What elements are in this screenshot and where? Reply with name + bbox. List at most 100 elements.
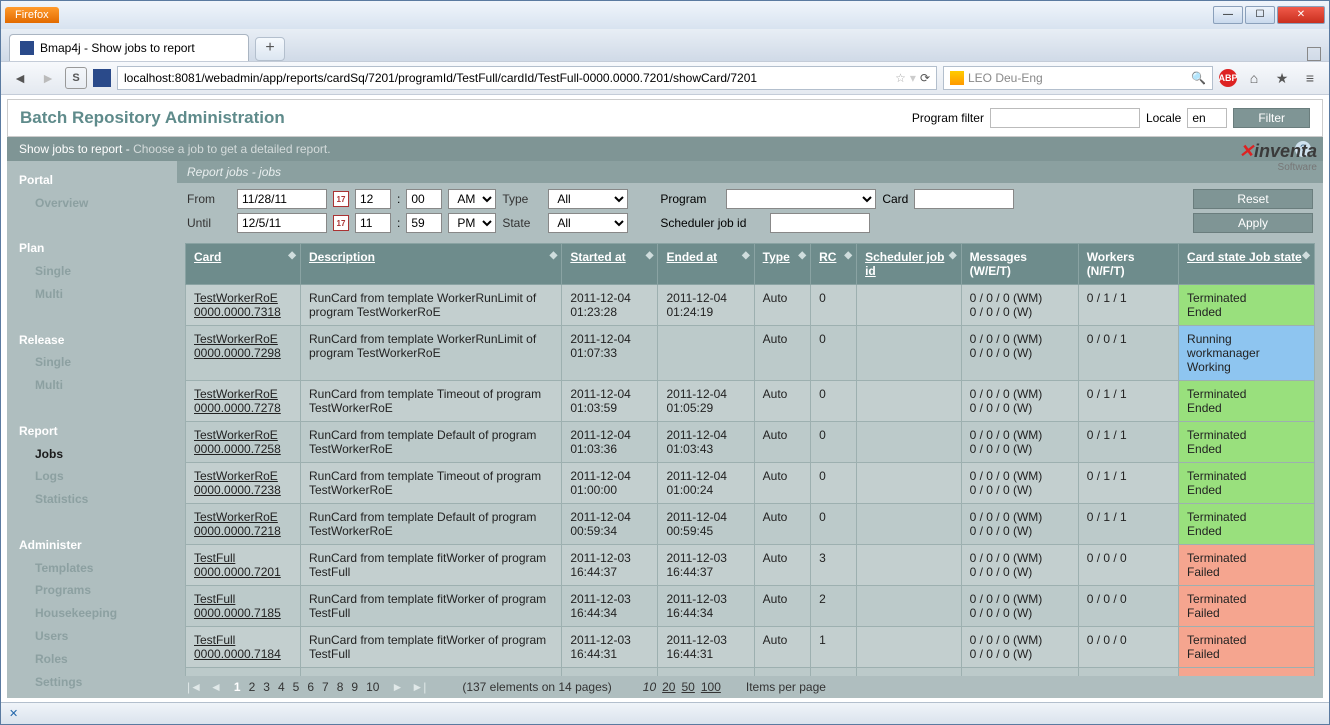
from-date-input[interactable]: [237, 189, 327, 209]
card-id-link[interactable]: 0000.0000.7184: [194, 647, 281, 661]
table-row[interactable]: TestFull0000.0000.7201RunCard from templ…: [186, 545, 1315, 586]
maximize-button[interactable]: ☐: [1245, 6, 1275, 24]
sidebar-item-multi[interactable]: Multi: [19, 374, 165, 397]
filter-button[interactable]: Filter: [1233, 108, 1310, 128]
card-id-link[interactable]: 0000.0000.7238: [194, 483, 281, 497]
sidebar-item-users[interactable]: Users: [19, 625, 165, 648]
sidebar-item-logs[interactable]: Logs: [19, 465, 165, 488]
until-minute-input[interactable]: [406, 213, 442, 233]
pager-page[interactable]: 1: [234, 680, 241, 694]
sidebar-item-roles[interactable]: Roles: [19, 648, 165, 671]
card-id-link[interactable]: 0000.0000.7298: [194, 346, 281, 360]
sidebar-item-single[interactable]: Single: [19, 351, 165, 374]
pager-page[interactable]: 6: [307, 680, 314, 694]
pager-last-icon[interactable]: ►|: [411, 680, 426, 694]
locale-input[interactable]: [1187, 108, 1227, 128]
pager-next-icon[interactable]: ►: [391, 680, 403, 694]
bookmark-star-icon[interactable]: ☆: [895, 71, 906, 85]
table-row[interactable]: TestFull0000.0000.7184RunCard from templ…: [186, 627, 1315, 668]
card-id-link[interactable]: 0000.0000.7185: [194, 606, 281, 620]
card-link[interactable]: TestFull: [194, 633, 235, 647]
sidebar-item-housekeeping[interactable]: Housekeeping: [19, 602, 165, 625]
pager-page[interactable]: 3: [263, 680, 270, 694]
sidebar-item-settings[interactable]: Settings: [19, 671, 165, 694]
apply-button[interactable]: Apply: [1193, 213, 1313, 233]
firefox-menu-button[interactable]: Firefox: [5, 7, 59, 23]
card-link[interactable]: TestWorkerRoE: [194, 428, 278, 442]
until-ampm-select[interactable]: PM: [448, 213, 496, 233]
close-button[interactable]: ✕: [1277, 6, 1325, 24]
reload-icon[interactable]: ⟳: [920, 71, 930, 85]
card-id-link[interactable]: 0000.0000.7278: [194, 401, 281, 415]
pager-page[interactable]: 7: [322, 680, 329, 694]
card-link[interactable]: TestWorkerRoE: [194, 387, 278, 401]
card-id-link[interactable]: 0000.0000.7318: [194, 305, 281, 319]
sidebar-item-single[interactable]: Single: [19, 260, 165, 283]
col-type[interactable]: Type◆: [754, 244, 810, 285]
table-row[interactable]: TestWorkerRoE0000.0000.7298RunCard from …: [186, 326, 1315, 381]
calendar-icon[interactable]: 17: [333, 191, 349, 207]
scheduler-input[interactable]: [770, 213, 870, 233]
col-description[interactable]: Description◆: [300, 244, 561, 285]
table-row[interactable]: TestWorkerRoE0000.0000.7278RunCard from …: [186, 381, 1315, 422]
from-minute-input[interactable]: [406, 189, 442, 209]
card-id-link[interactable]: 0000.0000.7218: [194, 524, 281, 538]
table-row[interactable]: TestWorkerRoE0000.0000.7238RunCard from …: [186, 463, 1315, 504]
home-icon[interactable]: ⌂: [1243, 67, 1265, 89]
col-scheduler-id[interactable]: Scheduler job id◆: [857, 244, 962, 285]
card-id-link[interactable]: 0000.0000.7258: [194, 442, 281, 456]
col-ended-at[interactable]: Ended at◆: [658, 244, 754, 285]
until-hour-input[interactable]: [355, 213, 391, 233]
from-hour-input[interactable]: [355, 189, 391, 209]
col-workers[interactable]: Workers (N/F/T): [1078, 244, 1178, 285]
card-link[interactable]: TestFull: [194, 592, 235, 606]
per-page-option[interactable]: 10: [643, 680, 656, 694]
card-id-link[interactable]: 0000.0000.7201: [194, 565, 281, 579]
until-date-input[interactable]: [237, 213, 327, 233]
url-input[interactable]: [124, 71, 895, 85]
new-tab-button[interactable]: +: [255, 37, 285, 61]
sidebar-item-programs[interactable]: Programs: [19, 579, 165, 602]
per-page-option[interactable]: 20: [662, 680, 675, 694]
card-link[interactable]: TestWorkerRoE: [194, 510, 278, 524]
program-filter-input[interactable]: [990, 108, 1140, 128]
pager-page[interactable]: 2: [249, 680, 256, 694]
per-page-option[interactable]: 50: [681, 680, 694, 694]
back-button[interactable]: ◄: [9, 67, 31, 89]
calendar-icon[interactable]: 17: [333, 215, 349, 231]
state-select[interactable]: All: [548, 213, 628, 233]
card-link[interactable]: TestWorkerRoE: [194, 469, 278, 483]
per-page-option[interactable]: 100: [701, 680, 721, 694]
col-rc[interactable]: RC◆: [811, 244, 857, 285]
pager-page[interactable]: 10: [366, 680, 379, 694]
minimize-button[interactable]: —: [1213, 6, 1243, 24]
pager-page[interactable]: 5: [293, 680, 300, 694]
sync-icon[interactable]: S: [65, 67, 87, 89]
adblock-icon[interactable]: ABP: [1219, 69, 1237, 87]
card-input[interactable]: [914, 189, 1014, 209]
pager-prev-icon[interactable]: ◄: [210, 680, 222, 694]
sidebar-item-overview[interactable]: Overview: [19, 192, 165, 215]
browser-tab[interactable]: Bmap4j - Show jobs to report: [9, 34, 249, 61]
forward-button[interactable]: ►: [37, 67, 59, 89]
sidebar-item-multi[interactable]: Multi: [19, 283, 165, 306]
col-card[interactable]: Card◆: [186, 244, 301, 285]
table-row[interactable]: TestWorkerRoE0000.0000.7318RunCard from …: [186, 285, 1315, 326]
pager-first-icon[interactable]: |◄: [187, 680, 202, 694]
url-bar[interactable]: ☆ ▾ ⟳: [117, 66, 937, 90]
tab-group-icon[interactable]: [1307, 47, 1321, 61]
search-icon[interactable]: 🔍: [1191, 71, 1206, 85]
sidebar-item-templates[interactable]: Templates: [19, 557, 165, 580]
pager-page[interactable]: 8: [337, 680, 344, 694]
col-started-at[interactable]: Started at◆: [562, 244, 658, 285]
menu-icon[interactable]: ≡: [1299, 67, 1321, 89]
pager-page[interactable]: 9: [351, 680, 358, 694]
table-row[interactable]: TestWorkerRoE0000.0000.7258RunCard from …: [186, 422, 1315, 463]
bookmarks-icon[interactable]: ★: [1271, 67, 1293, 89]
sidebar-item-jobs[interactable]: Jobs: [19, 443, 165, 466]
table-row[interactable]: TestFull0000.0000.7185RunCard from templ…: [186, 586, 1315, 627]
card-link[interactable]: TestFull: [194, 551, 235, 565]
card-link[interactable]: TestWorkerRoE: [194, 291, 278, 305]
col-messages[interactable]: Messages (W/E/T): [961, 244, 1078, 285]
type-select[interactable]: All: [548, 189, 628, 209]
